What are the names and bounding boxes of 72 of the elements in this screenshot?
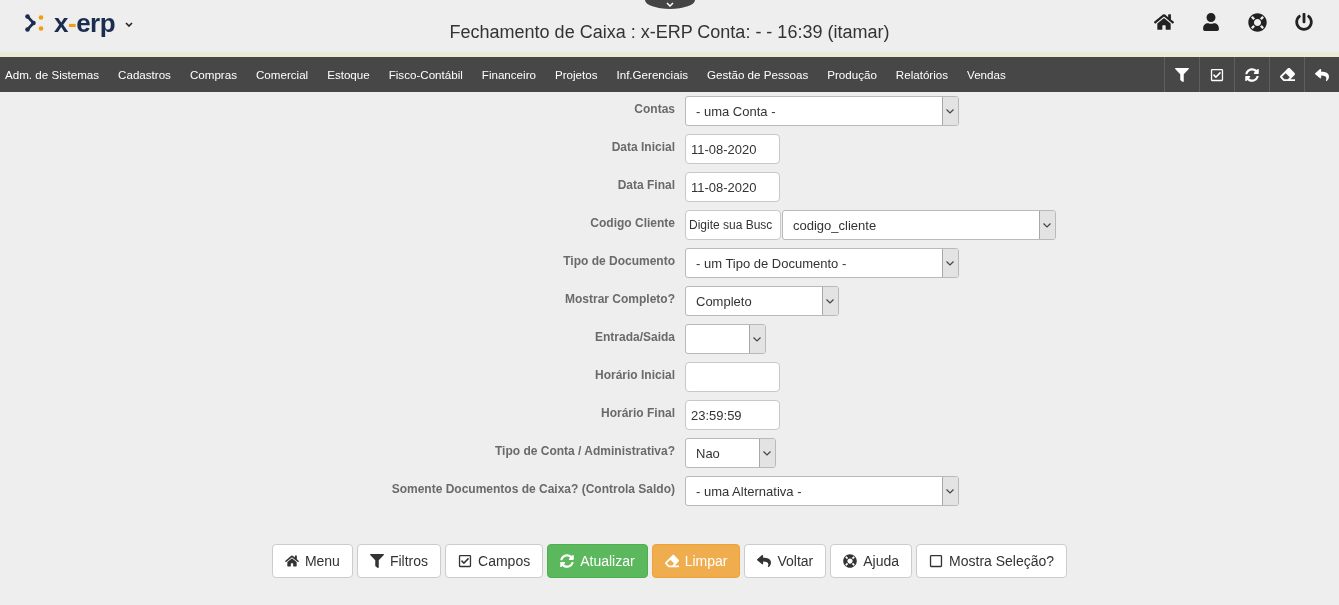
dropdown-field[interactable]: Completo [685,286,839,316]
menu-item[interactable]: Estoque [322,57,375,92]
dropdown-field[interactable]: Nao [685,438,776,468]
menu-item[interactable]: Adm. de Sistemas [0,57,105,92]
field-label: Data Inicial [610,139,675,156]
user-icon[interactable] [1202,13,1220,31]
menu-item[interactable]: Financeiro [476,57,541,92]
eraser-icon[interactable] [1279,67,1295,82]
chevron-down-icon [822,287,838,315]
filter-icon[interactable] [1175,67,1189,82]
menu-button[interactable]: Menu [271,544,353,578]
dropdown-field[interactable]: - um Tipo de Documento - [685,248,959,278]
chevron-down-icon [749,325,765,353]
lifebuoy-icon [843,554,858,568]
caret-icon[interactable] [125,22,134,27]
lifebuoy-icon[interactable] [1248,12,1267,32]
input-field[interactable]: 23:59:59 [685,400,780,430]
menu-item[interactable]: Vendas [962,57,1011,92]
refresh-icon [560,554,575,568]
fields-button[interactable]: Campos [445,544,544,578]
menu-item[interactable]: Compras [184,57,242,92]
field-label: Mostrar Completo? [564,291,675,308]
field-label: Contas [633,101,675,118]
search-field[interactable]: Digite sua Busc [685,210,781,240]
refresh-icon[interactable] [1245,67,1259,82]
chevron-down-icon [759,439,775,467]
input-field[interactable] [685,362,780,392]
menu-item[interactable]: Comercial [250,57,314,92]
menu-item[interactable]: Gestão de Pessoas [702,57,814,92]
page-title: Fechamento de Caixa : x-ERP Conta: - - 16:39 (itamar) [449,21,890,43]
chevron-down-icon [942,249,958,277]
field-label: Horário Final [600,405,675,422]
back-arrow-icon[interactable] [1315,67,1329,82]
menu-item[interactable]: Cadastros [113,57,176,92]
input-field[interactable]: 11-08-2020 [685,134,780,164]
input-field[interactable]: 11-08-2020 [685,172,780,202]
home-icon[interactable] [1154,12,1174,32]
menu-item[interactable]: Inf.Gerenciais [611,57,693,92]
dropdown-field[interactable]: - uma Alternativa - [685,476,959,506]
chevron-down-icon [1039,211,1055,239]
filter-button[interactable]: Filtros [356,544,442,578]
field-label: Somente Documentos de Caixa? (Controla Saldo) [390,481,675,498]
checked-box-icon [458,554,473,568]
logo-text: x-erp [54,10,116,36]
menu-item[interactable]: Fisco-Contábil [383,57,468,92]
menu-item[interactable]: Projetos [549,57,603,92]
eraser-icon [664,554,679,568]
checked-box-icon[interactable] [1210,67,1224,82]
dropdown-field[interactable]: codigo_cliente [782,210,1056,240]
collapse-toggle[interactable] [644,0,695,9]
home-icon [284,554,299,568]
chevron-down-icon [942,97,958,125]
back-arrow-icon [757,554,772,568]
field-label: Codigo Cliente [589,215,675,232]
logo-icon [25,14,44,32]
menu-item[interactable]: Relatórios [890,57,954,92]
back-button[interactable]: Voltar [744,544,827,578]
dropdown-field[interactable] [685,324,766,354]
selection-button[interactable]: Mostra Seleção? [916,544,1068,578]
field-label: Data Final [616,177,675,194]
chevron-down-icon [942,477,958,505]
dropdown-field[interactable]: - uma Conta - [685,96,959,126]
checkbox-icon[interactable] [929,554,944,568]
filter-icon [369,554,384,568]
power-icon[interactable] [1295,13,1313,31]
field-label: Entrada/Saida [593,329,675,346]
help-button[interactable]: Ajuda [830,544,913,578]
field-label: Tipo de Conta / Administrativa? [493,443,675,460]
chevron-down-icon [665,2,674,7]
menu-item[interactable]: Produção [822,57,882,92]
field-label: Tipo de Documento [562,253,675,270]
field-label: Horário Inicial [593,367,675,384]
